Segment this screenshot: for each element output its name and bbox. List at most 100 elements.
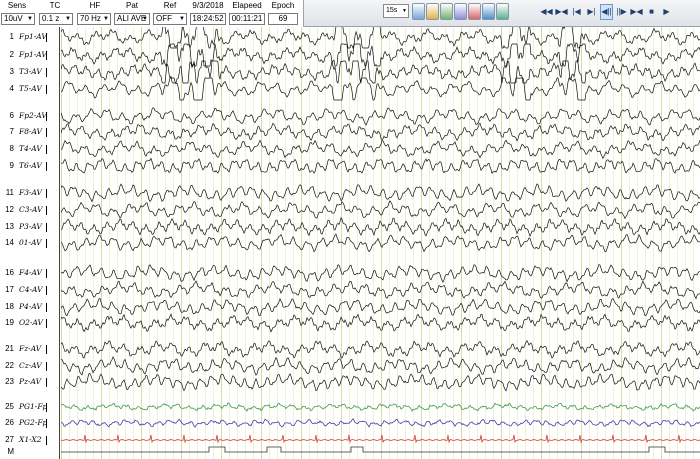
calibration-tick <box>46 419 47 428</box>
channel-label[interactable]: 19 O2-AV <box>0 317 58 329</box>
channel-label[interactable]: 1 Fp1-AV <box>0 31 58 43</box>
hf-select[interactable]: 70 Hz ▼ <box>77 13 111 25</box>
channel-label[interactable]: 6 Fp2-AV <box>0 110 58 122</box>
first-page-icon[interactable]: |◀ <box>570 4 583 20</box>
channel-name: F8-AV <box>19 127 42 136</box>
forward-play-icon[interactable]: ||▶ <box>615 4 628 20</box>
channel-label[interactable]: 7 F8-AV <box>0 126 58 138</box>
epoch-display: 69 <box>268 13 298 25</box>
prev-page-icon[interactable]: ▶| <box>585 4 598 20</box>
channel-label[interactable]: 9 T6-AV <box>0 160 58 172</box>
channel-number: 9 <box>9 161 14 170</box>
eeg-trace <box>61 297 700 317</box>
ecg-trace <box>61 434 700 444</box>
step-back-icon[interactable]: ▶◀ <box>555 4 568 20</box>
channel-label[interactable]: 18 P4-AV <box>0 301 58 313</box>
channel-number: 19 <box>5 318 14 327</box>
export-tool-icon[interactable] <box>496 3 509 20</box>
channel-number: 3 <box>9 67 14 76</box>
calibration-tick <box>46 33 47 42</box>
settings-bar: Sens 10uV ▼ TC 0.1 z ▼ HF 70 Hz ▼ Pat ALI A… <box>0 0 303 27</box>
eeg-trace <box>61 263 700 284</box>
hf-label: HF <box>89 1 101 10</box>
pat-select[interactable]: ALI AVE ▼ <box>114 13 150 25</box>
calibration-tick <box>46 68 47 77</box>
event-marker-trace <box>61 446 700 453</box>
channel-label[interactable]: 26 PG2-Fp <box>0 417 58 429</box>
channel-label[interactable]: 22 Cz-AV <box>0 360 58 372</box>
channel-label[interactable]: 27 X1-X2 <box>0 434 58 446</box>
epoch-label: Epoch <box>271 1 295 10</box>
calibration-tick <box>46 362 47 371</box>
channel-name: T3-AV <box>19 67 42 76</box>
montage-tool-icon[interactable] <box>412 3 425 20</box>
channel-label[interactable]: 17 C4-AV <box>0 284 58 296</box>
channel-label[interactable]: 16 F4-AV <box>0 267 58 279</box>
calibration-tick <box>46 206 47 215</box>
calibration-tick <box>46 345 47 354</box>
calibration-tick <box>46 319 47 328</box>
skip-back-icon[interactable]: ◀◀ <box>540 4 553 20</box>
pat-label: Pat <box>125 1 138 10</box>
pen-tool-icon[interactable] <box>454 3 467 20</box>
step-forward-icon[interactable]: ▶◀ <box>630 4 643 20</box>
channel-name: T6-AV <box>19 161 42 170</box>
tc-label: TC <box>49 1 61 10</box>
channel-number: 12 <box>5 205 14 214</box>
channel-label[interactable]: 2 Fp1-AV <box>0 49 58 61</box>
eeg-trace <box>61 372 700 392</box>
channel-name: Fz-AV <box>19 344 42 353</box>
channel-label[interactable]: 3 T3-AV <box>0 66 58 78</box>
channel-name: C3-AV <box>19 205 43 214</box>
eeg-trace <box>61 122 700 142</box>
calibration-tick <box>46 436 47 445</box>
channel-number: 25 <box>5 402 14 411</box>
channel-name: PG1-Fp <box>19 402 48 411</box>
channel-number: 14 <box>5 238 14 247</box>
channel-label[interactable]: 21 Fz-AV <box>0 343 58 355</box>
calibration-tick <box>46 239 47 248</box>
channel-label[interactable]: 13 P3-AV <box>0 221 58 233</box>
chevron-down-icon: ▼ <box>27 16 33 22</box>
channel-name: Cz-AV <box>19 361 42 370</box>
eeg-trace-area[interactable] <box>61 27 700 459</box>
paint-tool-icon[interactable] <box>426 3 439 20</box>
channel-name: P4-AV <box>19 302 42 311</box>
marker-tool-icon[interactable] <box>468 3 481 20</box>
chevron-down-icon: ▼ <box>65 16 71 22</box>
channel-number: 22 <box>5 361 14 370</box>
eeg-trace <box>61 313 700 333</box>
calibration-tick <box>46 269 47 278</box>
channel-number: 26 <box>5 418 14 427</box>
page-length-select[interactable]: 15s ▼ <box>383 4 409 18</box>
channel-label[interactable]: 4 T5-AV <box>0 83 58 95</box>
stop-icon[interactable]: ■ <box>645 4 658 20</box>
tc-select[interactable]: 0.1 z ▼ <box>39 13 73 25</box>
chart-tool-icon[interactable] <box>440 3 453 20</box>
calibration-tick <box>46 51 47 60</box>
reverse-play-icon[interactable]: ◀|| <box>600 4 613 20</box>
eeg-trace <box>61 339 700 359</box>
pg1-trace <box>61 402 700 412</box>
channel-number: 11 <box>5 188 14 197</box>
channel-label[interactable]: 8 T4-AV <box>0 143 58 155</box>
eeg-trace <box>61 183 700 203</box>
channel-label[interactable]: 12 C3-AV <box>0 204 58 216</box>
channel-label[interactable]: M <box>0 446 58 458</box>
play-icon[interactable]: ▶ <box>660 4 673 20</box>
channel-number: 13 <box>5 222 14 231</box>
channel-label[interactable]: 23 Pz-AV <box>0 376 58 388</box>
print-tool-icon[interactable] <box>482 3 495 20</box>
ref-label: Ref <box>163 1 177 10</box>
channel-label[interactable]: 14 01-AV <box>0 237 58 249</box>
channel-name: Fp1-AV <box>19 32 47 41</box>
ref-select[interactable]: OFF ▼ <box>153 13 187 25</box>
sens-select[interactable]: 10uV ▼ <box>1 13 35 25</box>
channel-label[interactable]: 11 F3-AV <box>0 187 58 199</box>
eeg-trace <box>61 217 700 238</box>
channel-name: C4-AV <box>19 285 43 294</box>
calibration-tick <box>46 403 47 412</box>
elapsed-display: 00:11:21 <box>229 13 265 25</box>
channel-label[interactable]: 25 PG1-Fp <box>0 401 58 413</box>
time-display: 18:24:52 <box>190 13 226 25</box>
